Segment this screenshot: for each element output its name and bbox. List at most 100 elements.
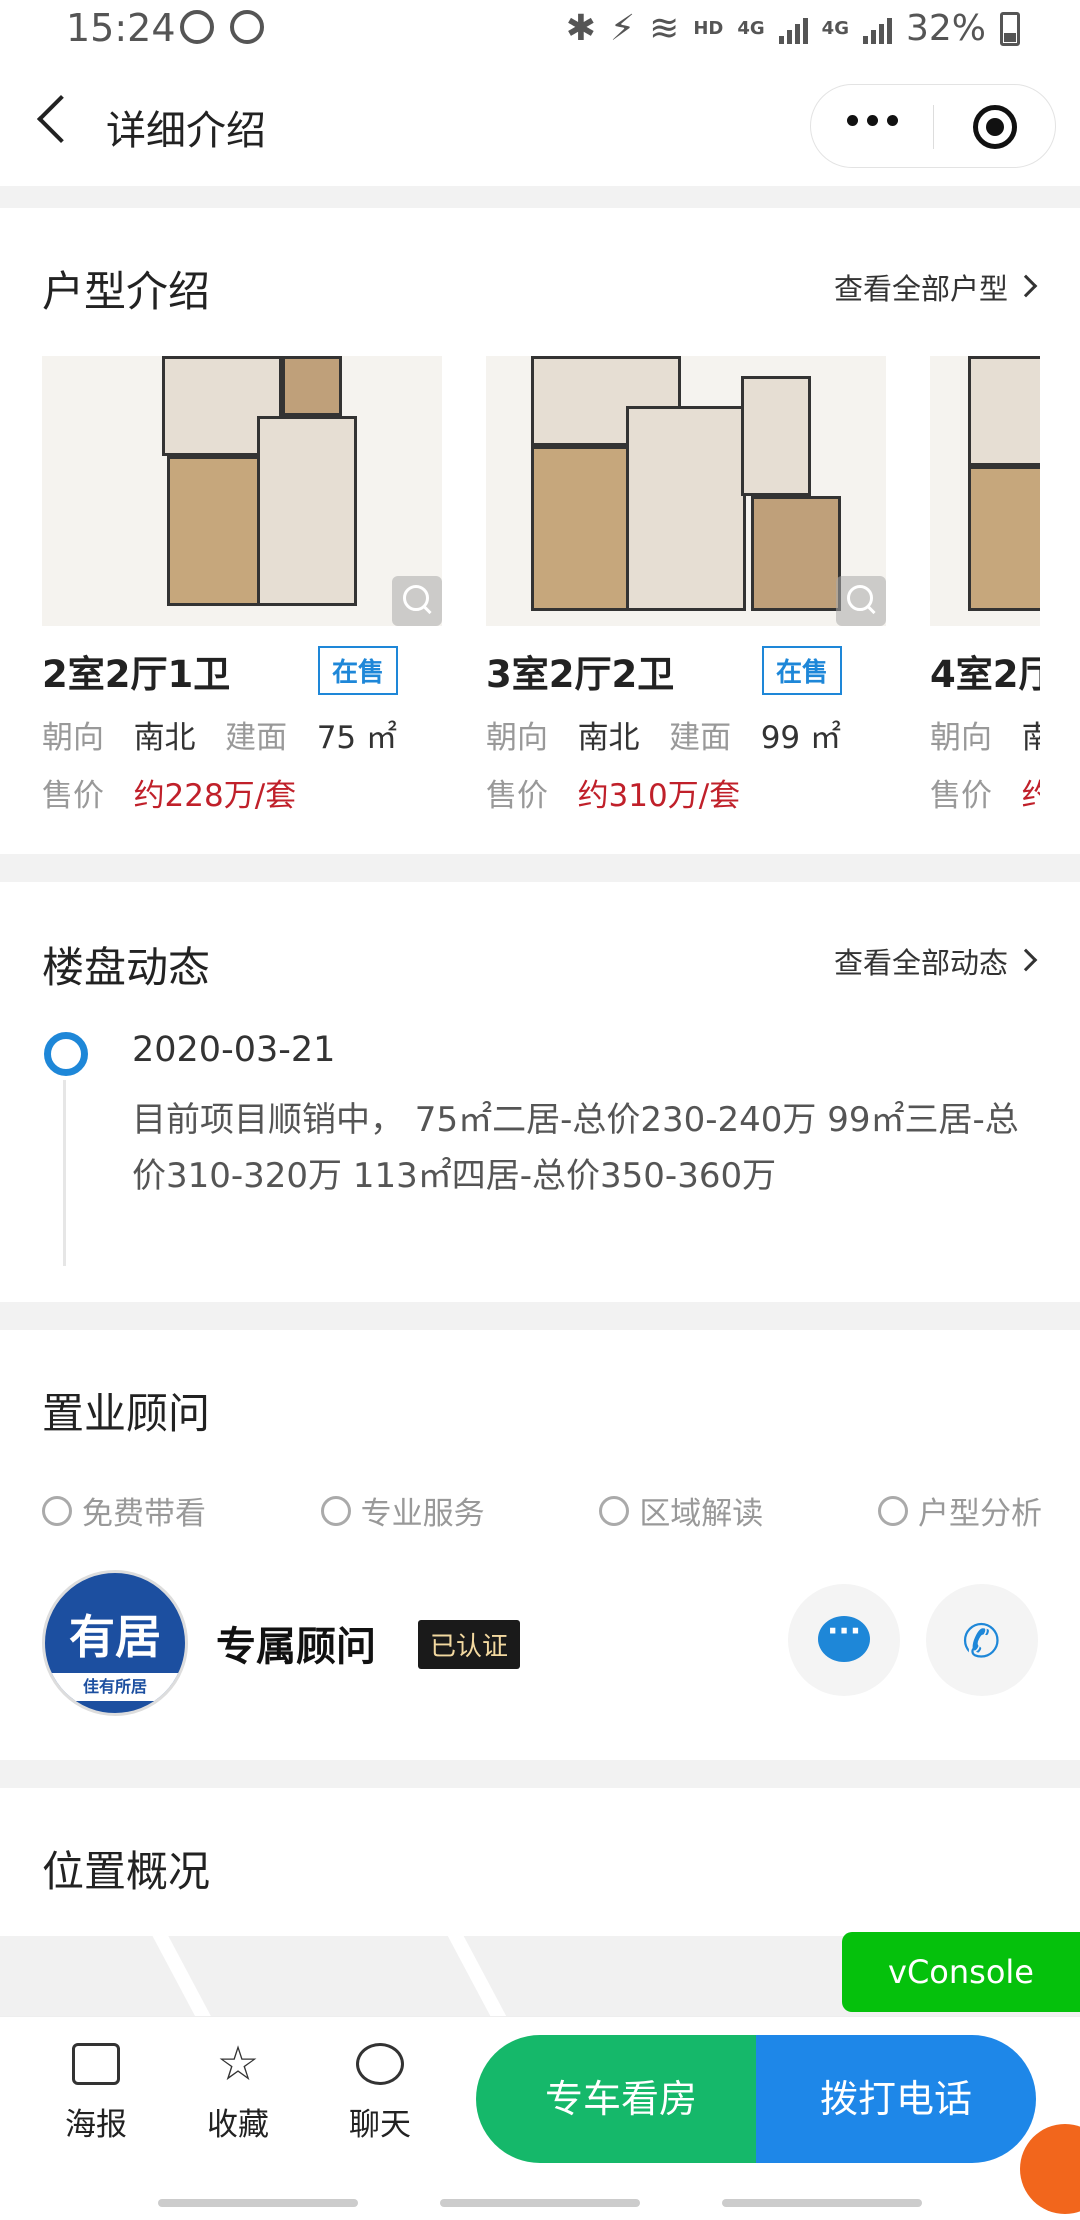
status-bar: 15:24 ✱ ⚡ ≋ HD 4G 4G 32% — [0, 0, 1080, 64]
yuan-icon — [42, 1495, 72, 1526]
chevron-right-icon[interactable] — [1014, 948, 1038, 972]
tab-favorite[interactable]: ☆ 收藏 — [188, 2036, 288, 2144]
feature-item: 免费带看 — [42, 1488, 206, 1533]
advisor-title: 置业顾问 — [42, 1389, 211, 1438]
avatar[interactable]: 有居 佳有所居 — [42, 1570, 188, 1716]
page-title: 详细介绍 — [106, 108, 266, 154]
orient-label: 朝向 — [42, 720, 104, 756]
chevron-right-icon[interactable] — [1014, 274, 1038, 298]
area-value: 75 ㎡ — [316, 720, 397, 756]
close-target-icon[interactable] — [973, 105, 1017, 149]
mini-program-capsule — [810, 84, 1056, 168]
battery-icon — [1000, 11, 1020, 46]
unit-name: 3室2厅2卫 — [486, 653, 675, 696]
area-label: 建面 — [669, 720, 732, 756]
location-title: 位置概况 — [42, 1847, 211, 1896]
timeline-dot — [44, 1032, 88, 1076]
signal-icon-2 — [862, 14, 892, 44]
verified-badge: 已认证 — [418, 1620, 521, 1669]
view-all-news[interactable]: 查看全部动态 — [834, 940, 1008, 982]
orient-label: 朝向 — [486, 720, 548, 756]
logo-text: 有居 — [69, 1610, 161, 1664]
feature-label: 户型分析 — [917, 1496, 1042, 1532]
phone-icon: ✆ — [962, 1614, 1001, 1668]
network-hd: HD — [693, 18, 724, 39]
battery-text: 32% — [905, 8, 986, 49]
call-button[interactable]: ✆ — [926, 1584, 1038, 1696]
floorplan-image[interactable] — [930, 356, 1040, 626]
feature-item: 户型分析 — [877, 1488, 1042, 1533]
on-sale-badge: 在售 — [762, 646, 843, 695]
home-indicator — [722, 2199, 922, 2207]
tab-chat[interactable]: 聊天 — [330, 2043, 430, 2144]
area-label: 建面 — [225, 720, 288, 756]
notification-icon — [180, 10, 214, 44]
feature-label: 免费带看 — [82, 1496, 206, 1532]
home-indicator — [158, 2199, 358, 2207]
bottom-bar: 海报 ☆ 收藏 聊天 专车看房 拨打电话 — [0, 2016, 1080, 2220]
area-value: 99 ㎡ — [760, 720, 841, 756]
page: { "status_bar": {"time": "15:24", "netwo… — [0, 0, 1080, 2220]
price-value: 约310万/套 — [577, 778, 741, 814]
status-left-icons — [180, 10, 264, 44]
image-icon — [72, 2043, 120, 2085]
price-value: 约228万/套 — [133, 778, 297, 814]
tab-label: 海报 — [65, 2107, 127, 2143]
nav-bar: 详细介绍 — [0, 64, 1080, 186]
news-date: 2020-03-21 — [132, 1030, 336, 1070]
floorplan-image[interactable] — [42, 356, 442, 626]
car-viewing-button[interactable]: 专车看房 — [476, 2035, 766, 2163]
chat-bubble-icon — [818, 1614, 870, 1662]
location-section: 位置概况 — [0, 1788, 1080, 1948]
sync-icon — [230, 10, 264, 44]
floorplan-image[interactable] — [486, 356, 886, 626]
orient-value: 南北 — [577, 720, 640, 756]
home-indicator — [440, 2199, 640, 2207]
signal-icon — [778, 14, 808, 44]
network-4g-2: 4G — [821, 18, 849, 39]
call-phone-button[interactable]: 拨打电话 — [756, 2035, 1036, 2163]
tab-label: 收藏 — [207, 2107, 269, 2143]
home-icon — [877, 1495, 908, 1526]
star-icon: ☆ — [216, 2036, 260, 2092]
advisor-section: 置业顾问 免费带看 专业服务 区域解读 户型分析 有居 佳有所居 专属顾问 已认… — [0, 1330, 1080, 1760]
bluetooth-icon: ✱ — [565, 8, 596, 49]
floorplan-card[interactable]: 4室2厅 朝向 南 售价 约 — [930, 356, 1040, 816]
news-section: 楼盘动态 查看全部动态 2020-03-21 目前项目顺销中， 75㎡二居-总价… — [0, 882, 1080, 1302]
price-label: 售价 — [486, 778, 548, 814]
tab-poster[interactable]: 海报 — [46, 2043, 146, 2144]
feature-item: 区域解读 — [599, 1488, 763, 1533]
on-sale-badge: 在售 — [318, 646, 399, 695]
price-label: 售价 — [42, 778, 104, 814]
orient-label: 朝向 — [930, 720, 992, 756]
view-all-floorplans[interactable]: 查看全部户型 — [834, 266, 1008, 308]
back-icon[interactable] — [36, 94, 86, 144]
zoom-icon[interactable] — [836, 576, 886, 626]
medal-icon — [320, 1495, 351, 1526]
advisor-name: 专属顾问 — [216, 1624, 376, 1670]
feature-label: 区域解读 — [639, 1496, 764, 1532]
timeline-line — [63, 1080, 66, 1266]
news-text[interactable]: 目前项目顺销中， 75㎡二居-总价230-240万 99㎡三居-总价310-32… — [132, 1092, 1042, 1204]
chat-icon — [356, 2043, 404, 2085]
advisor-features: 免费带看 专业服务 区域解读 户型分析 — [42, 1488, 1042, 1533]
network-4g-1: 4G — [737, 18, 765, 39]
floorplan-section: 户型介绍 查看全部户型 2室2厅1卫 在售 朝向 南北 建面 75 ㎡ 售价 约… — [0, 208, 1080, 854]
status-time: 15:24 — [66, 6, 176, 50]
unit-name: 4室2厅 — [930, 653, 1040, 696]
price-label: 售价 — [930, 778, 992, 814]
vconsole-button[interactable]: vConsole — [842, 1932, 1080, 2012]
more-icon[interactable] — [847, 115, 898, 126]
orient-value: 南北 — [133, 720, 196, 756]
wifi-icon: ≋ — [649, 8, 680, 49]
price-value: 约 — [1021, 778, 1040, 814]
chat-button[interactable] — [788, 1584, 900, 1696]
zoom-icon[interactable] — [392, 576, 442, 626]
logo-subtext: 佳有所居 — [45, 1673, 185, 1701]
news-title: 楼盘动态 — [42, 943, 211, 992]
orient-value: 南 — [1021, 720, 1040, 756]
capsule-divider — [933, 105, 934, 149]
data-icon: ⚡ — [609, 8, 636, 49]
tab-label: 聊天 — [349, 2107, 411, 2143]
status-right: ✱ ⚡ ≋ HD 4G 4G 32% — [566, 8, 1020, 49]
